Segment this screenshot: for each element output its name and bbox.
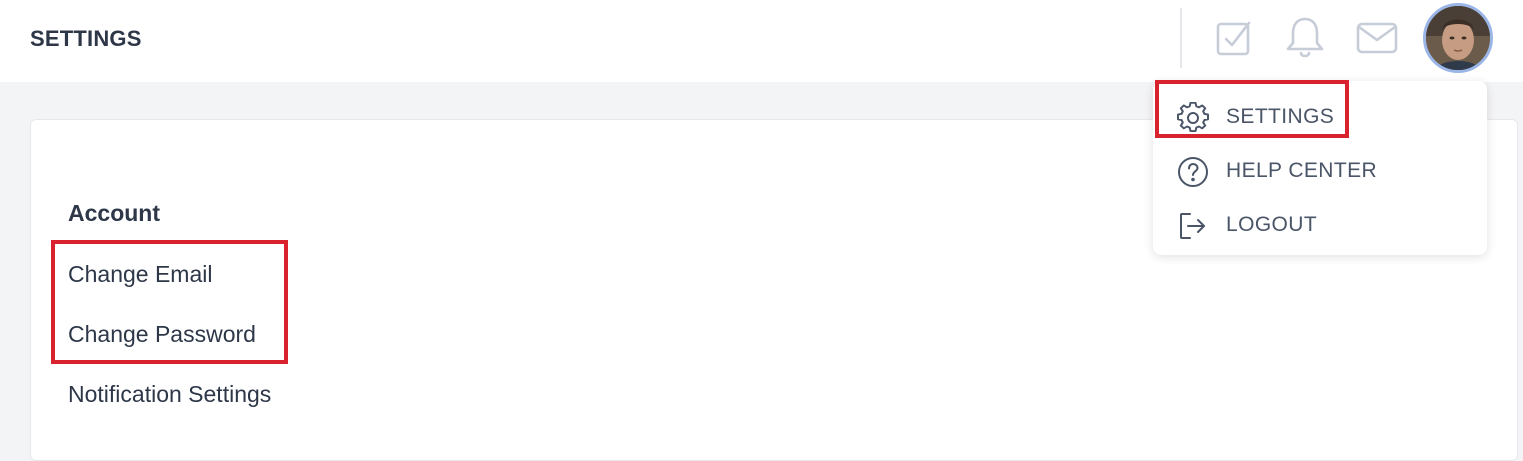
header-divider bbox=[1180, 8, 1182, 68]
dropdown-item-settings-label: SETTINGS bbox=[1226, 105, 1335, 128]
gear-icon bbox=[1177, 101, 1209, 134]
section-title-account: Account bbox=[68, 200, 160, 226]
mail-icon[interactable] bbox=[1353, 14, 1401, 62]
checkbox-icon[interactable] bbox=[1210, 14, 1258, 62]
dropdown-item-logout-label: LOGOUT bbox=[1226, 213, 1318, 236]
change-password-link[interactable]: Change Password bbox=[68, 321, 256, 348]
user-dropdown-menu: SETTINGS HELP CENTER LOGOUT bbox=[1153, 81, 1487, 255]
dropdown-item-help-center[interactable]: HELP CENTER bbox=[1153, 143, 1487, 197]
dropdown-item-help-center-label: HELP CENTER bbox=[1226, 159, 1378, 182]
bell-icon[interactable] bbox=[1281, 14, 1329, 62]
top-header: SETTINGS bbox=[0, 0, 1523, 82]
question-circle-icon bbox=[1177, 156, 1209, 188]
change-email-link[interactable]: Change Email bbox=[68, 261, 212, 288]
logout-icon bbox=[1177, 210, 1209, 242]
dropdown-item-settings[interactable]: SETTINGS bbox=[1153, 89, 1487, 143]
page-title: SETTINGS bbox=[30, 26, 142, 51]
notification-settings-link[interactable]: Notification Settings bbox=[68, 381, 271, 408]
avatar[interactable] bbox=[1423, 3, 1493, 73]
dropdown-item-logout[interactable]: LOGOUT bbox=[1153, 197, 1487, 251]
